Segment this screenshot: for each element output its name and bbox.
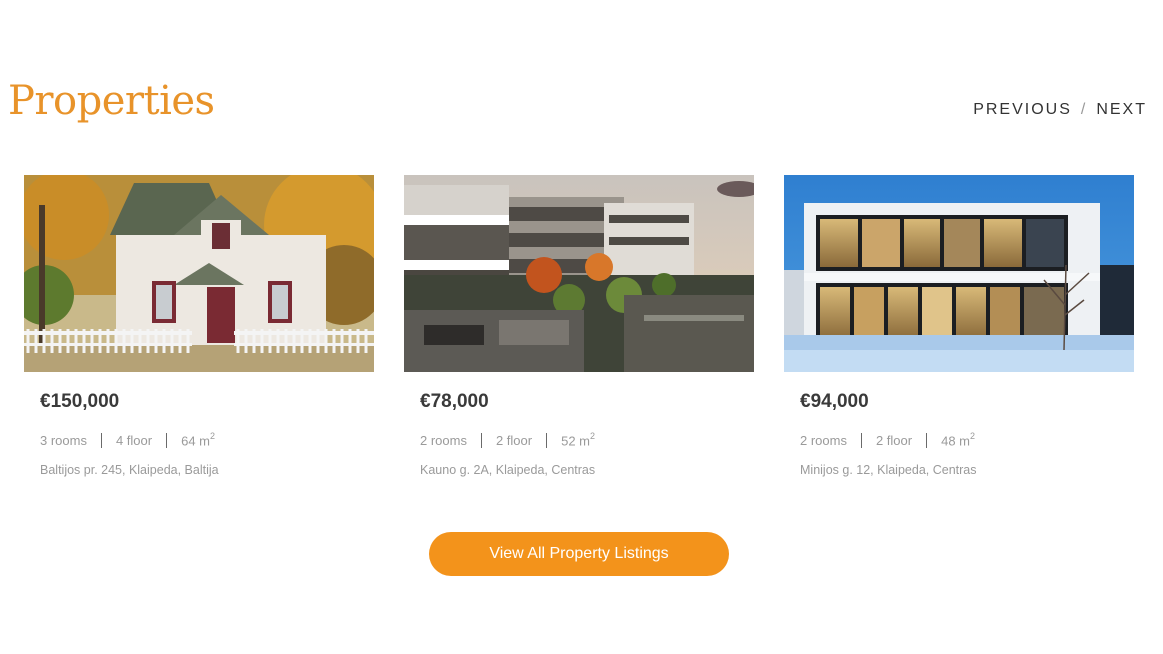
meta-divider — [480, 432, 482, 448]
property-price: €150,000 — [40, 391, 120, 412]
property-area-unit: 2 — [210, 430, 216, 441]
pager-separator: / — [1080, 101, 1088, 118]
property-rooms: 3 rooms — [40, 432, 87, 448]
meta-divider — [166, 432, 168, 448]
property-area: 48 m2 — [941, 430, 976, 449]
property-meta: 2 rooms 2 floor 52 m2 — [420, 430, 738, 449]
next-link[interactable]: NEXT — [1096, 101, 1147, 119]
modern-house-photo-illustration — [784, 175, 1134, 372]
section-title: Properties — [8, 78, 215, 124]
meta-divider — [926, 432, 928, 448]
property-price: €94,000 — [800, 391, 869, 412]
property-photo-apartment-complex[interactable] — [404, 175, 754, 372]
property-card-body: €150,000 3 rooms 4 floor 64 m2 Baltijos … — [24, 391, 374, 477]
property-address: Baltijos pr. 245, Klaipeda, Baltija — [40, 463, 219, 477]
pager: PREVIOUS / NEXT — [973, 101, 1147, 119]
property-card-body: €94,000 2 rooms 2 floor 48 m2 Minijos g.… — [784, 391, 1134, 477]
property-address: Kauno g. 2A, Klaipeda, Centras — [420, 463, 596, 477]
meta-divider — [860, 432, 862, 448]
previous-link[interactable]: PREVIOUS — [973, 101, 1072, 119]
property-area-value: 64 m — [181, 433, 211, 449]
property-photo-white-house[interactable] — [24, 175, 374, 372]
property-rooms: 2 rooms — [800, 432, 847, 448]
property-price: €78,000 — [420, 391, 489, 412]
view-all-listings-button[interactable]: View All Property Listings — [429, 532, 729, 576]
property-floor: 2 floor — [875, 432, 913, 448]
apartment-photo-illustration — [404, 175, 754, 372]
property-area: 64 m2 — [181, 430, 216, 449]
property-area: 52 m2 — [561, 430, 596, 449]
properties-section: Properties PREVIOUS / NEXT €150,000 3 ro… — [0, 0, 1163, 654]
house-photo-illustration — [24, 175, 374, 372]
property-card-body: €78,000 2 rooms 2 floor 52 m2 Kauno g. 2… — [404, 391, 754, 477]
property-card[interactable]: €78,000 2 rooms 2 floor 52 m2 Kauno g. 2… — [404, 175, 754, 477]
property-meta: 3 rooms 4 floor 64 m2 — [40, 430, 358, 449]
property-card[interactable]: €94,000 2 rooms 2 floor 48 m2 Minijos g.… — [784, 175, 1134, 477]
property-card[interactable]: €150,000 3 rooms 4 floor 64 m2 Baltijos … — [24, 175, 374, 477]
property-photo-modern-house[interactable] — [784, 175, 1134, 372]
property-cards: €150,000 3 rooms 4 floor 64 m2 Baltijos … — [24, 175, 1134, 477]
property-floor: 4 floor — [115, 432, 153, 448]
meta-divider — [546, 432, 548, 448]
property-area-unit: 2 — [590, 430, 596, 441]
property-area-value: 52 m — [561, 433, 591, 449]
property-address: Minijos g. 12, Klaipeda, Centras — [800, 463, 977, 477]
property-area-unit: 2 — [970, 430, 976, 441]
property-area-value: 48 m — [941, 433, 971, 449]
property-meta: 2 rooms 2 floor 48 m2 — [800, 430, 1118, 449]
property-rooms: 2 rooms — [420, 432, 467, 448]
property-floor: 2 floor — [495, 432, 533, 448]
meta-divider — [100, 432, 102, 448]
